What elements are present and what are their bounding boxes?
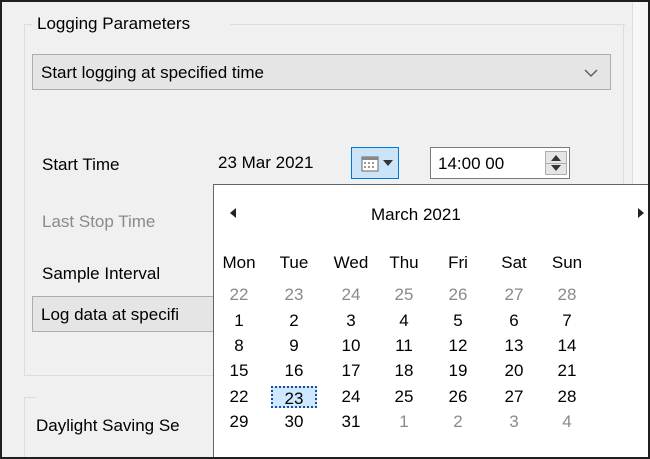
group-title: Logging Parameters <box>35 14 193 34</box>
logging-mode-value: Start logging at specified time <box>41 63 265 82</box>
calendar-day[interactable]: 1 <box>216 310 262 332</box>
last-stop-time-label: Last Stop Time <box>42 212 156 231</box>
calendar-day[interactable]: 15 <box>216 360 262 382</box>
calendar-day[interactable]: 30 <box>271 411 317 433</box>
calendar-day[interactable]: 2 <box>435 411 481 433</box>
calendar-day[interactable]: 27 <box>491 386 537 408</box>
calendar-day[interactable]: 24 <box>328 284 374 306</box>
spin-up-icon[interactable] <box>551 155 561 161</box>
weekday-header: Sat <box>501 253 527 272</box>
weekday-header: Fri <box>448 253 468 272</box>
calendar-day[interactable]: 4 <box>381 310 427 332</box>
triangle-left-icon[interactable] <box>228 207 238 219</box>
calendar-day[interactable]: 26 <box>435 284 481 306</box>
calendar-day[interactable]: 20 <box>491 360 537 382</box>
start-time-value: 14:00 00 <box>438 154 505 173</box>
triangle-right-icon[interactable] <box>636 207 646 219</box>
calendar-day[interactable]: 16 <box>271 360 317 382</box>
calendar-day[interactable]: 25 <box>381 284 427 306</box>
calendar-day[interactable]: 9 <box>271 335 317 357</box>
calendar-day[interactable]: 31 <box>328 411 374 433</box>
sample-interval-label: Sample Interval <box>42 264 161 283</box>
calendar-month-label[interactable]: March 2021 <box>371 205 461 225</box>
calendar-day[interactable]: 3 <box>491 411 537 433</box>
calendar-day[interactable]: 28 <box>544 386 590 408</box>
start-time-label: Start Time <box>42 155 120 174</box>
chevron-down-icon <box>383 160 393 166</box>
log-data-value: Log data at specifi <box>41 305 179 324</box>
weekday-header: Tue <box>279 253 309 272</box>
group-border-left <box>24 24 32 25</box>
calendar-day[interactable]: 12 <box>435 335 481 357</box>
calendar-day[interactable]: 14 <box>544 335 590 357</box>
calendar-day[interactable]: 5 <box>435 310 481 332</box>
weekday-header: Thu <box>389 253 419 272</box>
calendar-day[interactable]: 24 <box>328 386 374 408</box>
calendar-day[interactable]: 27 <box>491 284 537 306</box>
calendar-day[interactable]: 8 <box>216 335 262 357</box>
calendar-day[interactable]: 19 <box>435 360 481 382</box>
calendar-day[interactable]: 10 <box>328 335 374 357</box>
weekday-header: Sun <box>551 253 583 272</box>
group-border-right <box>230 24 625 25</box>
calendar-day[interactable]: 21 <box>544 360 590 382</box>
calendar-day[interactable]: 22 <box>216 386 262 408</box>
logging-mode-select[interactable]: Start logging at specified time <box>32 54 611 90</box>
calendar-popup: March 2021 Mon Tue Wed Thu Fri Sat Sun 22 23 24 2… <box>213 184 648 457</box>
calendar-day[interactable]: 25 <box>381 386 427 408</box>
calendar-day[interactable]: 29 <box>216 411 262 433</box>
calendar-day[interactable]: 6 <box>491 310 537 332</box>
calendar-day[interactable]: 2 <box>271 310 317 332</box>
calendar-day[interactable]: 3 <box>328 310 374 332</box>
calendar-day[interactable]: 17 <box>328 360 374 382</box>
calendar-dropdown-button[interactable] <box>351 147 399 179</box>
chevron-down-icon <box>584 69 598 77</box>
calendar-day[interactable]: 1 <box>381 411 427 433</box>
spinner-divider <box>546 163 566 164</box>
weekday-header: Mon <box>222 253 256 272</box>
daylight-group-border <box>24 397 36 398</box>
calendar-day[interactable]: 7 <box>544 310 590 332</box>
calendar-day[interactable]: 28 <box>544 284 590 306</box>
calendar-day[interactable]: 11 <box>381 335 427 357</box>
start-time-input[interactable]: 14:00 00 <box>430 147 570 179</box>
calendar-day-selected[interactable]: 23 <box>271 386 317 408</box>
calendar-day[interactable]: 13 <box>491 335 537 357</box>
calendar-day[interactable]: 26 <box>435 386 481 408</box>
daylight-group-border-left <box>24 397 25 457</box>
calendar-day[interactable]: 4 <box>544 411 590 433</box>
calendar-day[interactable]: 22 <box>216 284 262 306</box>
calendar-day[interactable]: 23 <box>271 284 317 306</box>
logging-settings-panel: Logging Parameters Start logging at spec… <box>0 0 650 459</box>
time-spinner[interactable] <box>545 151 567 175</box>
daylight-saving-label: Daylight Saving Se <box>36 416 180 435</box>
calendar-day[interactable]: 18 <box>381 360 427 382</box>
spin-down-icon[interactable] <box>551 165 561 171</box>
calendar-icon <box>361 156 379 172</box>
calendar-header: March 2021 <box>214 185 648 237</box>
weekday-header: Wed <box>333 253 369 272</box>
log-data-select[interactable]: Log data at specifi <box>32 296 232 332</box>
start-date-field[interactable]: 23 Mar 2021 <box>218 153 313 173</box>
